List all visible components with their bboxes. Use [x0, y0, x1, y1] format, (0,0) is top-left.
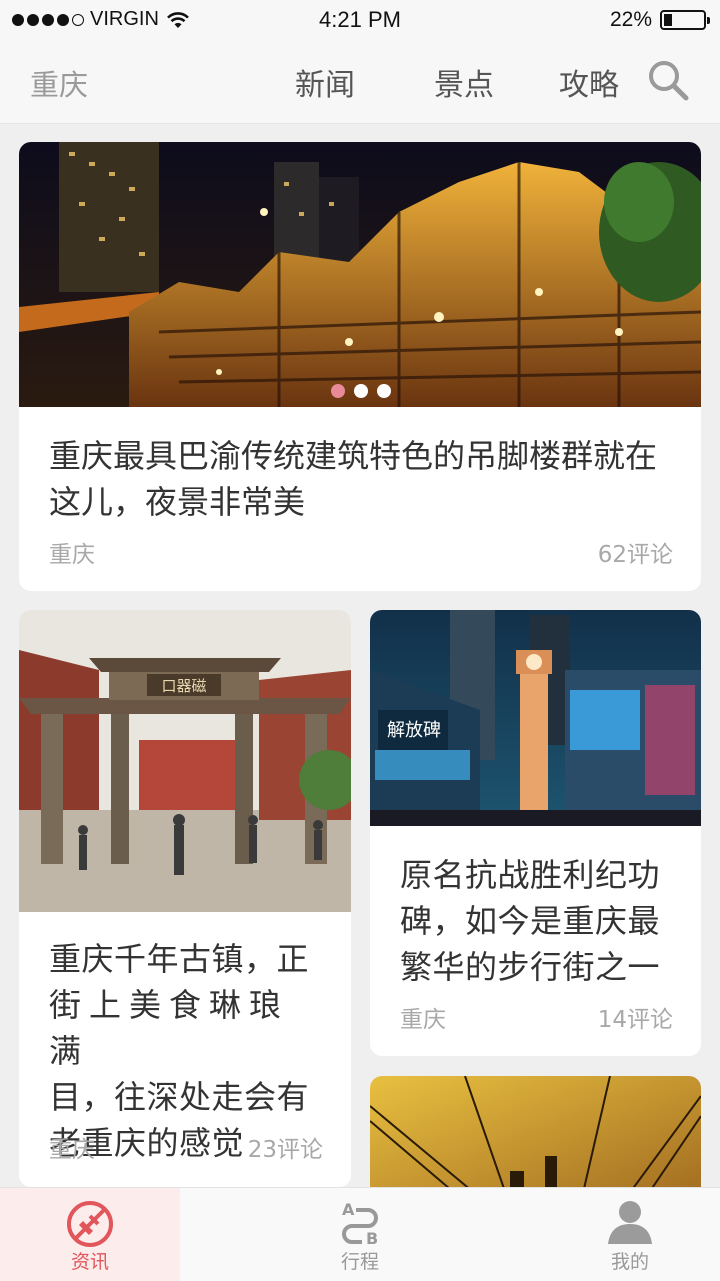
- featured-tag: 重庆: [49, 542, 95, 568]
- tab-attractions[interactable]: 景点: [434, 60, 494, 104]
- top-navigation: 重庆 新闻 景点 攻略: [0, 40, 720, 124]
- status-bar: VIRGIN 4:21 PM 22%: [0, 0, 720, 40]
- tab-news-feed-label: 资讯: [70, 1251, 109, 1273]
- tab-itinerary-label: 行程: [340, 1251, 379, 1273]
- tab-news-feed[interactable]: 资讯: [0, 1188, 180, 1281]
- old-town-photo: 口器磁: [19, 610, 351, 912]
- profile-icon: [608, 1201, 652, 1244]
- article-card-old-town[interactable]: 口器磁 重庆千年古镇，正 街上美食琳琅满 目，往深处走会有 老重庆的感觉 重庆 …: [19, 610, 351, 1187]
- route-icon-letter-a: A: [342, 1200, 355, 1219]
- bottom-tab-bar: 资讯 A B 行程 我的: [0, 1187, 720, 1281]
- featured-title[interactable]: 重庆最具巴渝传统建筑特色的吊脚楼群就在这儿，夜景非常美: [49, 433, 673, 525]
- pager-dot-1[interactable]: [331, 384, 345, 398]
- city-selector[interactable]: 重庆: [30, 62, 88, 104]
- status-right: 22%: [609, 8, 710, 32]
- featured-photo: [19, 142, 701, 407]
- jiefangbei-title-line-3: 繁华的步行街之一: [400, 948, 661, 986]
- route-icon-letter-b: B: [366, 1229, 378, 1248]
- tower-sign: 解放碑: [387, 720, 441, 741]
- tab-itinerary[interactable]: A B 行程: [270, 1188, 450, 1281]
- tab-guides[interactable]: 攻略: [559, 60, 619, 104]
- old-town-tag: 重庆: [49, 1137, 95, 1163]
- battery-percent: 22%: [609, 8, 652, 31]
- old-town-comments[interactable]: 23评论: [248, 1130, 323, 1164]
- old-town-title-line-2: 街上美食琳琅满: [49, 986, 290, 1070]
- article-card-jiefangbei[interactable]: 解放碑 原名抗战胜利纪功 碑，如今是重庆最 繁华的步行街之一 重庆 14评论: [370, 610, 701, 1056]
- news-icon: [67, 1201, 113, 1247]
- carousel-pager[interactable]: [331, 384, 391, 398]
- jiefangbei-photo: 解放碑: [370, 610, 701, 826]
- pager-dot-3[interactable]: [377, 384, 391, 398]
- jiefangbei-title[interactable]: 原名抗战胜利纪功 碑，如今是重庆最 繁华的步行街之一: [400, 852, 673, 990]
- featured-meta: 重庆 62评论: [49, 535, 673, 569]
- tab-profile-label: 我的: [610, 1251, 649, 1273]
- jiefangbei-meta: 重庆 14评论: [400, 1000, 673, 1034]
- featured-comments[interactable]: 62评论: [598, 535, 673, 569]
- search-icon[interactable]: [646, 58, 690, 102]
- pager-dot-2[interactable]: [354, 384, 368, 398]
- jiefangbei-tag: 重庆: [400, 1007, 446, 1033]
- old-town-meta: 重庆 23评论: [49, 1130, 323, 1164]
- jiefangbei-title-line-1: 原名抗战胜利纪功: [400, 856, 661, 894]
- gate-sign: 口器磁: [161, 677, 206, 695]
- jiefangbei-comments[interactable]: 14评论: [598, 1000, 673, 1034]
- featured-article-card[interactable]: 重庆最具巴渝传统建筑特色的吊脚楼群就在这儿，夜景非常美 重庆 62评论: [19, 142, 701, 591]
- tab-news[interactable]: 新闻: [295, 60, 355, 104]
- old-town-title-line-1: 重庆千年古镇，正: [49, 940, 310, 978]
- route-icon: A B: [342, 1200, 378, 1248]
- old-town-title-line-3: 目，往深处走会有: [49, 1078, 310, 1116]
- jiefangbei-title-line-2: 碑，如今是重庆最: [400, 902, 661, 940]
- battery-icon: [660, 10, 710, 30]
- tab-profile[interactable]: 我的: [540, 1188, 720, 1281]
